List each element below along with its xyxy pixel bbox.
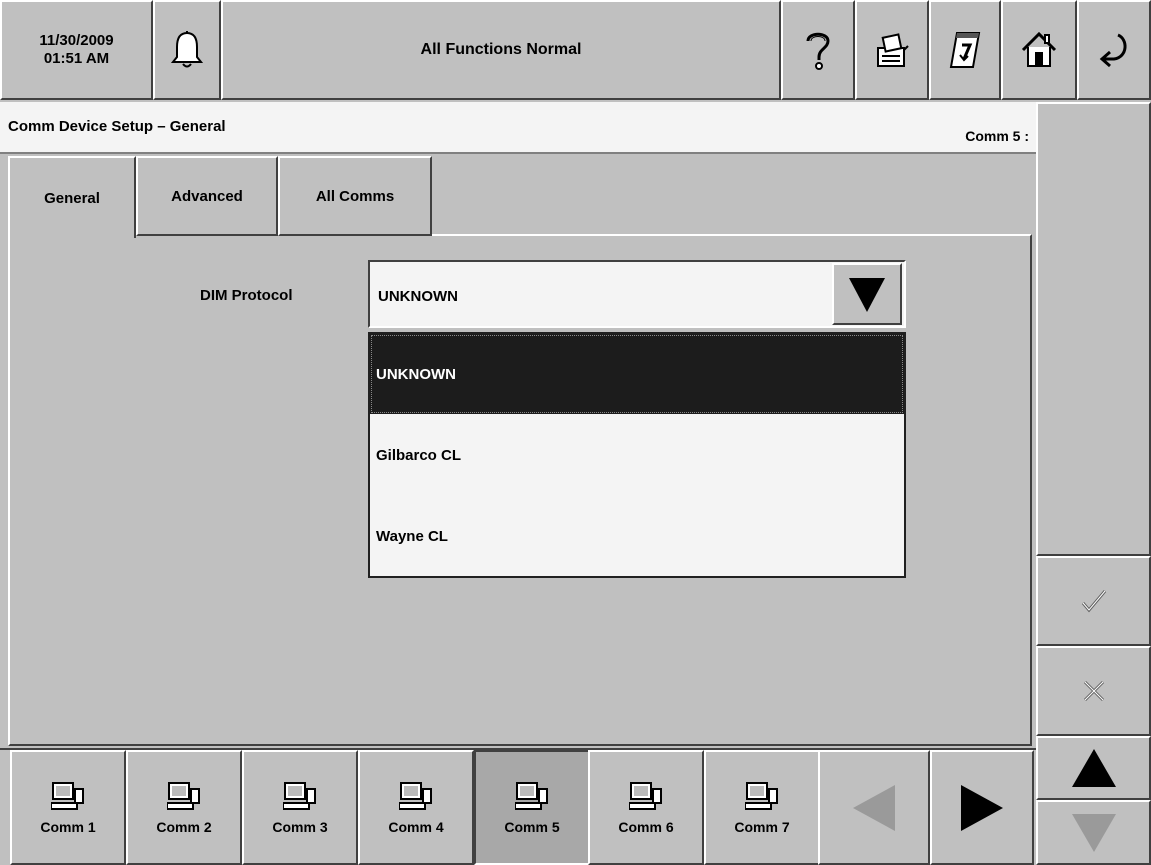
triangle-left-icon (853, 784, 895, 831)
bell-icon (170, 31, 204, 68)
dropdown-toggle-button[interactable] (832, 263, 902, 325)
report-button[interactable] (929, 0, 1001, 100)
tab-label: Advanced (171, 187, 243, 205)
next-page-button[interactable] (930, 750, 1034, 865)
date-text: 11/30/2009 (39, 32, 114, 49)
triangle-down-icon (1071, 813, 1116, 852)
report-icon (949, 32, 981, 68)
check-icon (1081, 590, 1106, 613)
dropdown-option-wayne-cl[interactable]: Wayne CL (370, 496, 904, 576)
tab-general[interactable]: General (8, 156, 136, 238)
time-text: 01:51 AM (43, 50, 110, 67)
date-time-display: 11/30/2009 01:51 AM (0, 0, 153, 100)
printer-icon (877, 33, 909, 67)
comm-3-button[interactable]: Comm 3 (242, 750, 358, 865)
previous-page-button[interactable] (818, 750, 930, 865)
back-arrow-icon (1099, 33, 1127, 68)
triangle-right-icon (961, 784, 1003, 831)
computer-icon (283, 781, 316, 810)
scroll-down-button[interactable] (1036, 800, 1151, 865)
page-title: Comm Device Setup – General (8, 118, 226, 135)
triangle-up-icon (1071, 749, 1116, 787)
tab-label: General (44, 189, 100, 207)
help-icon (806, 32, 830, 70)
comm-label: Comm 7 (734, 818, 790, 835)
comm-label: Comm 3 (272, 818, 328, 835)
home-icon (1021, 31, 1057, 67)
close-icon (1083, 680, 1104, 702)
dim-protocol-value: UNKNOWN (378, 288, 458, 305)
comm-label: Comm 4 (388, 818, 444, 835)
side-panel (1036, 102, 1151, 556)
comm-label: Comm 1 (40, 818, 96, 835)
tab-all-comms[interactable]: All Comms (278, 156, 432, 236)
dim-protocol-label: DIM Protocol (200, 287, 293, 304)
cancel-button[interactable] (1036, 646, 1151, 736)
help-button[interactable] (781, 0, 855, 100)
printer-button[interactable] (855, 0, 929, 100)
comm-1-button[interactable]: Comm 1 (10, 750, 126, 865)
comm-4-button[interactable]: Comm 4 (358, 750, 474, 865)
dropdown-option-gilbarco-cl[interactable]: Gilbarco CL (370, 415, 904, 495)
back-button[interactable] (1077, 0, 1151, 100)
comm-5-button[interactable]: Comm 5 (474, 750, 590, 865)
dropdown-option-unknown[interactable]: UNKNOWN (370, 334, 904, 414)
comm-6-button[interactable]: Comm 6 (588, 750, 704, 865)
alarm-bell-button[interactable] (153, 0, 221, 100)
comm-label: Comm 5 (504, 818, 560, 835)
computer-icon (167, 781, 200, 810)
triangle-down-icon (849, 278, 885, 312)
scroll-up-button[interactable] (1036, 736, 1151, 800)
computer-icon (51, 781, 84, 810)
computer-icon (515, 781, 548, 810)
computer-icon (399, 781, 432, 810)
tab-advanced[interactable]: Advanced (136, 156, 278, 236)
status-text: All Functions Normal (420, 41, 582, 58)
computer-icon (745, 781, 778, 810)
comm-2-button[interactable]: Comm 2 (126, 750, 242, 865)
comm-label: Comm 6 (618, 818, 674, 835)
tab-label: All Comms (315, 187, 395, 205)
save-button[interactable] (1036, 556, 1151, 646)
computer-icon (629, 781, 662, 810)
home-button[interactable] (1001, 0, 1077, 100)
comm-7-button[interactable]: Comm 7 (704, 750, 820, 865)
current-comm-label: Comm 5 : (965, 128, 1029, 144)
comm-label: Comm 2 (156, 818, 212, 835)
system-status[interactable]: All Functions Normal (221, 0, 781, 100)
